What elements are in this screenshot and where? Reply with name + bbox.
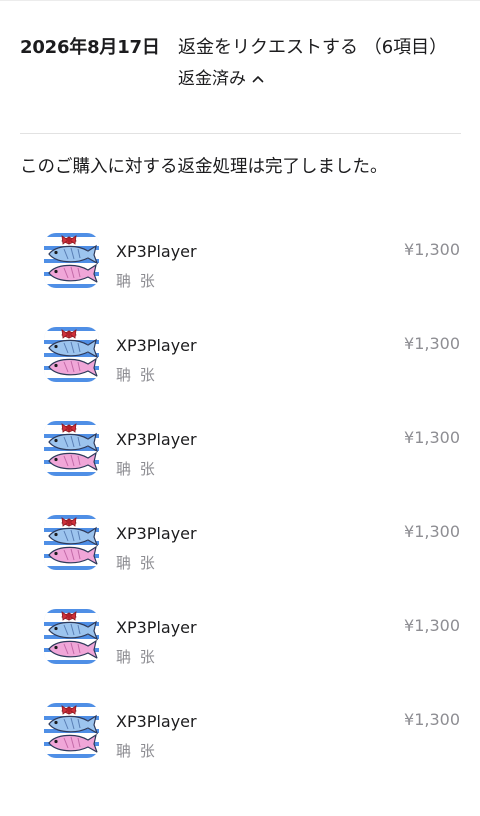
app-name: XP3Player: [116, 618, 197, 637]
fish-app-icon: [44, 421, 99, 476]
refund-item[interactable]: XP3Player 聃 张 ¥1,300: [0, 413, 480, 507]
app-name: XP3Player: [116, 430, 197, 449]
app-name: XP3Player: [116, 336, 197, 355]
purchase-date: 2026年8月17日: [20, 37, 160, 58]
refund-status-toggle[interactable]: 返金済み: [178, 66, 448, 92]
fish-app-icon: [44, 327, 99, 382]
refund-item-list: XP3Player 聃 张 ¥1,300 XP3Player 聃 张 ¥1,30…: [0, 225, 480, 789]
app-name: XP3Player: [116, 524, 197, 543]
developer-name: 聃 张: [116, 648, 157, 666]
fish-app-icon: [44, 515, 99, 570]
purchase-header-details: 返金をリクエストする （6項目） 返金済み: [178, 34, 448, 92]
chevron-up-icon: [252, 76, 264, 83]
refund-complete-message: このご購入に対する返金処理は完了しました。: [20, 157, 388, 177]
developer-name: 聃 张: [116, 554, 157, 572]
app-name: XP3Player: [116, 712, 197, 731]
developer-name: 聃 张: [116, 366, 157, 384]
app-price: ¥1,300: [404, 334, 460, 353]
refund-item[interactable]: XP3Player 聃 张 ¥1,300: [0, 225, 480, 319]
fish-app-icon: [44, 233, 99, 288]
app-price: ¥1,300: [404, 616, 460, 635]
refund-item[interactable]: XP3Player 聃 张 ¥1,300: [0, 507, 480, 601]
developer-name: 聃 张: [116, 742, 157, 760]
refund-item[interactable]: XP3Player 聃 张 ¥1,300: [0, 695, 480, 789]
header-divider: [20, 133, 461, 134]
fish-app-icon: [44, 609, 99, 664]
app-price: ¥1,300: [404, 428, 460, 447]
app-price: ¥1,300: [404, 240, 460, 259]
app-price: ¥1,300: [404, 522, 460, 541]
refund-item[interactable]: XP3Player 聃 张 ¥1,300: [0, 319, 480, 413]
refund-request-title: 返金をリクエストする （6項目）: [178, 37, 448, 58]
app-price: ¥1,300: [404, 710, 460, 729]
developer-name: 聃 张: [116, 460, 157, 478]
refund-item[interactable]: XP3Player 聃 张 ¥1,300: [0, 601, 480, 695]
refund-status-label: 返金済み: [178, 69, 246, 89]
purchase-header: 2026年8月17日 返金をリクエストする （6項目） 返金済み: [20, 34, 460, 92]
app-name: XP3Player: [116, 242, 197, 261]
top-divider: [0, 0, 480, 1]
fish-app-icon: [44, 703, 99, 758]
developer-name: 聃 张: [116, 272, 157, 290]
